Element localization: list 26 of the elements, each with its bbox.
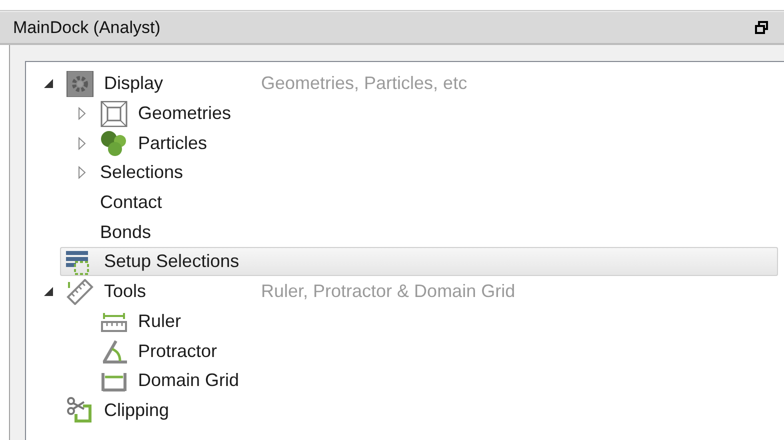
collapse-arrow-icon[interactable]	[44, 79, 52, 88]
gear-icon	[66, 70, 94, 97]
scissors-icon	[66, 397, 94, 424]
tree-item[interactable]: Protractor	[94, 336, 778, 366]
expand-arrow-icon[interactable]	[78, 136, 86, 150]
tree-item[interactable]: Selections	[94, 158, 778, 188]
item-description: Geometries, Particles, etc	[261, 73, 468, 94]
tree-item[interactable]: Particles	[94, 128, 778, 158]
tree-item[interactable]: Clipping	[60, 396, 778, 425]
tree-item[interactable]: Domain Grid	[94, 366, 778, 396]
cube-icon	[100, 100, 128, 127]
tree-item[interactable]: Tools Ruler, Protractor & Domain Grid	[60, 277, 778, 306]
particles-icon	[100, 130, 128, 156]
expand-arrow-icon[interactable]	[78, 107, 86, 120]
tree-item[interactable]: Bonds	[94, 218, 778, 247]
item-description: Ruler, Protractor & Domain Grid	[261, 281, 516, 302]
window-title: MainDock (Analyst)	[13, 18, 162, 38]
tree-item[interactable]: Display Geometries, Particles, etc	[60, 69, 778, 98]
tree-item[interactable]: Geometries	[94, 99, 778, 128]
tree-item[interactable]: Ruler	[94, 306, 778, 336]
protractor-icon	[100, 338, 128, 364]
restore-icon[interactable]	[755, 21, 768, 34]
expand-arrow-icon[interactable]	[78, 166, 86, 180]
tree-item[interactable]: Setup Selections	[60, 247, 778, 276]
tree-item[interactable]: Contact	[94, 188, 778, 218]
collapse-arrow-icon[interactable]	[44, 287, 52, 296]
